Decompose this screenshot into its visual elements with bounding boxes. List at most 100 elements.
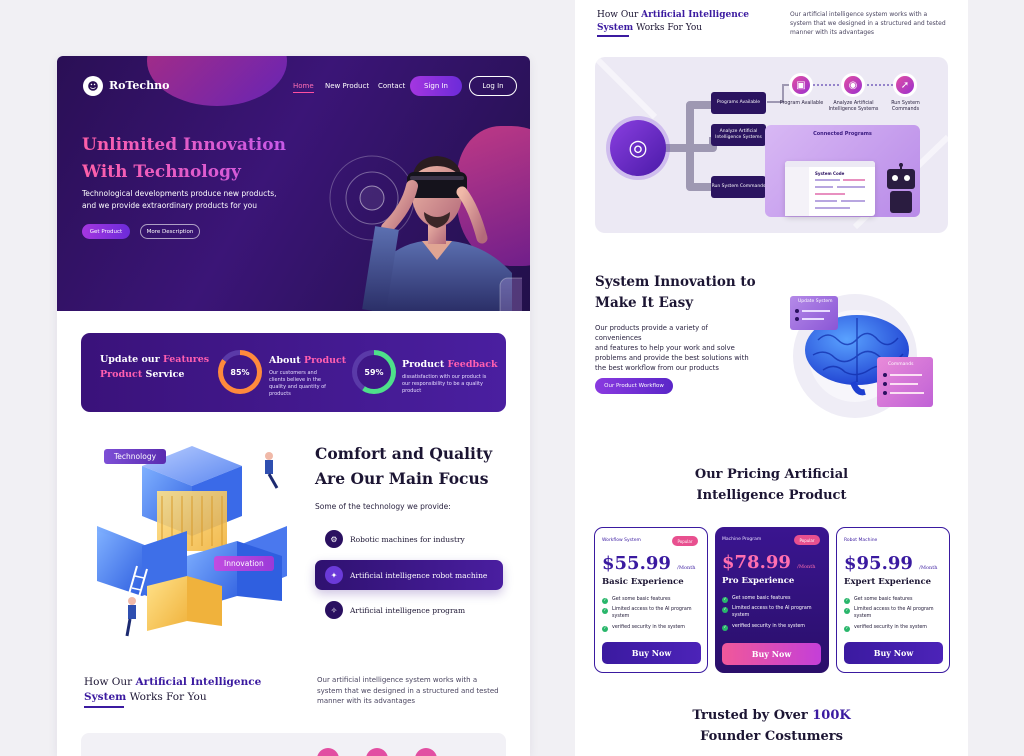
title-line: Intelligence Product — [696, 488, 847, 503]
diagram-card-preview — [81, 733, 506, 756]
hero-desc-line: and we provide extraordinary products fo… — [82, 201, 257, 210]
node-icon — [415, 748, 437, 756]
text: How Our — [84, 676, 136, 688]
price-value: $55.99 — [602, 553, 671, 574]
plan-feature: ✓ Get some basic features — [844, 597, 944, 604]
text: How Our — [597, 10, 642, 20]
get-product-button[interactable]: Get Product — [82, 224, 130, 239]
desc-line: and features to help your work and solve — [595, 344, 735, 352]
robot-logo-icon[interactable]: ☻ — [83, 76, 103, 96]
plan-feature: ✓ Limited access to the AI program system — [602, 607, 702, 620]
commands-card: Commands — [877, 357, 933, 407]
rocket-node-icon[interactable]: ➚ — [893, 73, 917, 97]
title-line: System Innovation to — [595, 274, 756, 290]
tech-cube-illustration — [97, 446, 287, 640]
landing-page-right: How Our Artificial Intelligence System W… — [575, 0, 968, 756]
desc-line: the best workflow from our products — [595, 364, 719, 372]
feature-text: verified security in the system — [732, 624, 805, 629]
node-icon — [317, 748, 339, 756]
buy-now-button[interactable]: Buy Now — [844, 642, 943, 664]
code-line — [843, 179, 865, 181]
feature-label: Artificial intelligence robot machine — [350, 570, 488, 580]
system-innovation-title: System Innovation to Make It Easy — [595, 272, 765, 314]
code-sidebar — [785, 167, 809, 216]
feature-item-ai-program[interactable]: ✧ Artificial intelligence program — [315, 595, 503, 625]
desc-line: manner with its advantages — [317, 697, 416, 705]
price-value: $78.99 — [722, 552, 791, 573]
nav-new-product[interactable]: New Product — [325, 82, 369, 90]
about-product-title: About Product — [269, 353, 346, 368]
plan-feature: ✓ verified security in the system — [722, 624, 822, 631]
box-programs[interactable]: Programs Available — [711, 92, 766, 114]
node-icon — [366, 748, 388, 756]
about-product-desc: Our customers and clients believe in the… — [269, 370, 326, 397]
buy-now-button[interactable]: Buy Now — [602, 642, 701, 664]
text: Works For You — [126, 691, 207, 703]
stats-band: Update our Features Product Service 85% … — [81, 333, 506, 412]
bullet — [883, 382, 887, 386]
plan-feature: ✓ verified security in the system — [602, 625, 702, 632]
node-label: Analyze Artificial Intelligence Systems — [828, 101, 879, 112]
feature-item-robotic[interactable]: ⚙ Robotic machines for industry — [315, 524, 503, 554]
logo-text[interactable]: RoTechno — [109, 79, 169, 92]
more-description-button[interactable]: More Description — [140, 224, 200, 239]
ai-system-diagram: ◎ Programs Available Analyze Artificial … — [595, 57, 948, 233]
product-feedback-desc: dissatisfaction with our product is our … — [402, 374, 487, 394]
code-line — [841, 200, 865, 202]
hero-desc-line: Technological developments produce new p… — [82, 189, 277, 198]
plan-name: Expert Experience — [844, 577, 932, 587]
plan-price: $55.99 /Month — [602, 553, 695, 574]
check-icon: ✓ — [722, 624, 728, 631]
text-accent: System — [597, 23, 634, 33]
plan-feature: ✓ verified security in the system — [844, 625, 944, 632]
feature-text: Limited access to the AI program system — [854, 607, 934, 619]
check-icon: ✓ — [844, 597, 850, 604]
pricing-card-pro: Machine Program Popular $78.99 /Month Pr… — [715, 527, 829, 673]
analyze-node-icon[interactable]: ◉ — [841, 73, 865, 97]
focus-title: Comfort and Quality Are Our Main Focus — [315, 441, 515, 491]
line — [802, 318, 824, 320]
text-accent: Product — [303, 355, 347, 366]
tag-technology: Technology — [104, 449, 167, 464]
title-underline — [597, 35, 629, 37]
nav-contact[interactable]: Contact — [378, 82, 405, 90]
price-period: /Month — [919, 565, 938, 571]
feature-item-ai-robot[interactable]: ✦ Artificial intelligence robot machine — [315, 560, 503, 590]
nav-home[interactable]: Home — [293, 82, 314, 93]
hero-title-line: With Technology — [82, 162, 241, 182]
popular-badge: Popular — [794, 535, 820, 545]
hero-description: Technological developments produce new p… — [82, 188, 297, 212]
code-line — [815, 193, 845, 195]
title-line: Make It Easy — [595, 295, 694, 311]
desc-line: Our artificial intelligence system works… — [790, 11, 928, 18]
commands-label: Commands — [888, 362, 914, 367]
feature-text: Get some basic features — [612, 597, 671, 602]
sign-in-button[interactable]: Sign In — [410, 76, 462, 96]
product-feedback-title: Product Feedback — [402, 357, 498, 372]
text-accent: 100K — [812, 708, 851, 723]
line — [890, 374, 922, 376]
log-in-button[interactable]: Log In — [469, 76, 517, 96]
plan-price: $78.99 /Month — [722, 552, 815, 573]
box-analyze[interactable]: Analyze Artificial Intelligence Systems — [711, 124, 766, 146]
text-accent: Features — [163, 354, 210, 365]
buy-now-button[interactable]: Buy Now — [722, 643, 821, 665]
plan-feature: ✓ Get some basic features — [722, 596, 822, 603]
about-percent: 85% — [223, 355, 257, 389]
robot-arm-icon: ⚙ — [325, 530, 343, 548]
product-workflow-button[interactable]: Our Product Workflow — [595, 378, 673, 394]
code-line — [815, 186, 833, 188]
node-label: Run System Commands — [891, 101, 920, 112]
text: Service — [142, 369, 185, 380]
feature-label: Artificial intelligence program — [350, 605, 466, 615]
box-run[interactable]: Run System Commands — [711, 176, 766, 198]
system-innovation-desc: Our products provide a variety of conven… — [595, 323, 755, 373]
focus-subtitle: Some of the technology we provide: — [315, 502, 451, 511]
brain-core-icon: ◎ — [610, 120, 666, 176]
line — [890, 383, 918, 385]
pricing-card-expert: Robot Machine $95.99 /Month Expert Exper… — [836, 527, 950, 673]
plan-feature: ✓ Limited access to the AI program system — [844, 607, 944, 620]
program-node-icon[interactable]: ▣ — [789, 73, 813, 97]
desc-line: manner with its advantages — [790, 29, 875, 36]
feedback-donut: 59% — [352, 350, 396, 394]
